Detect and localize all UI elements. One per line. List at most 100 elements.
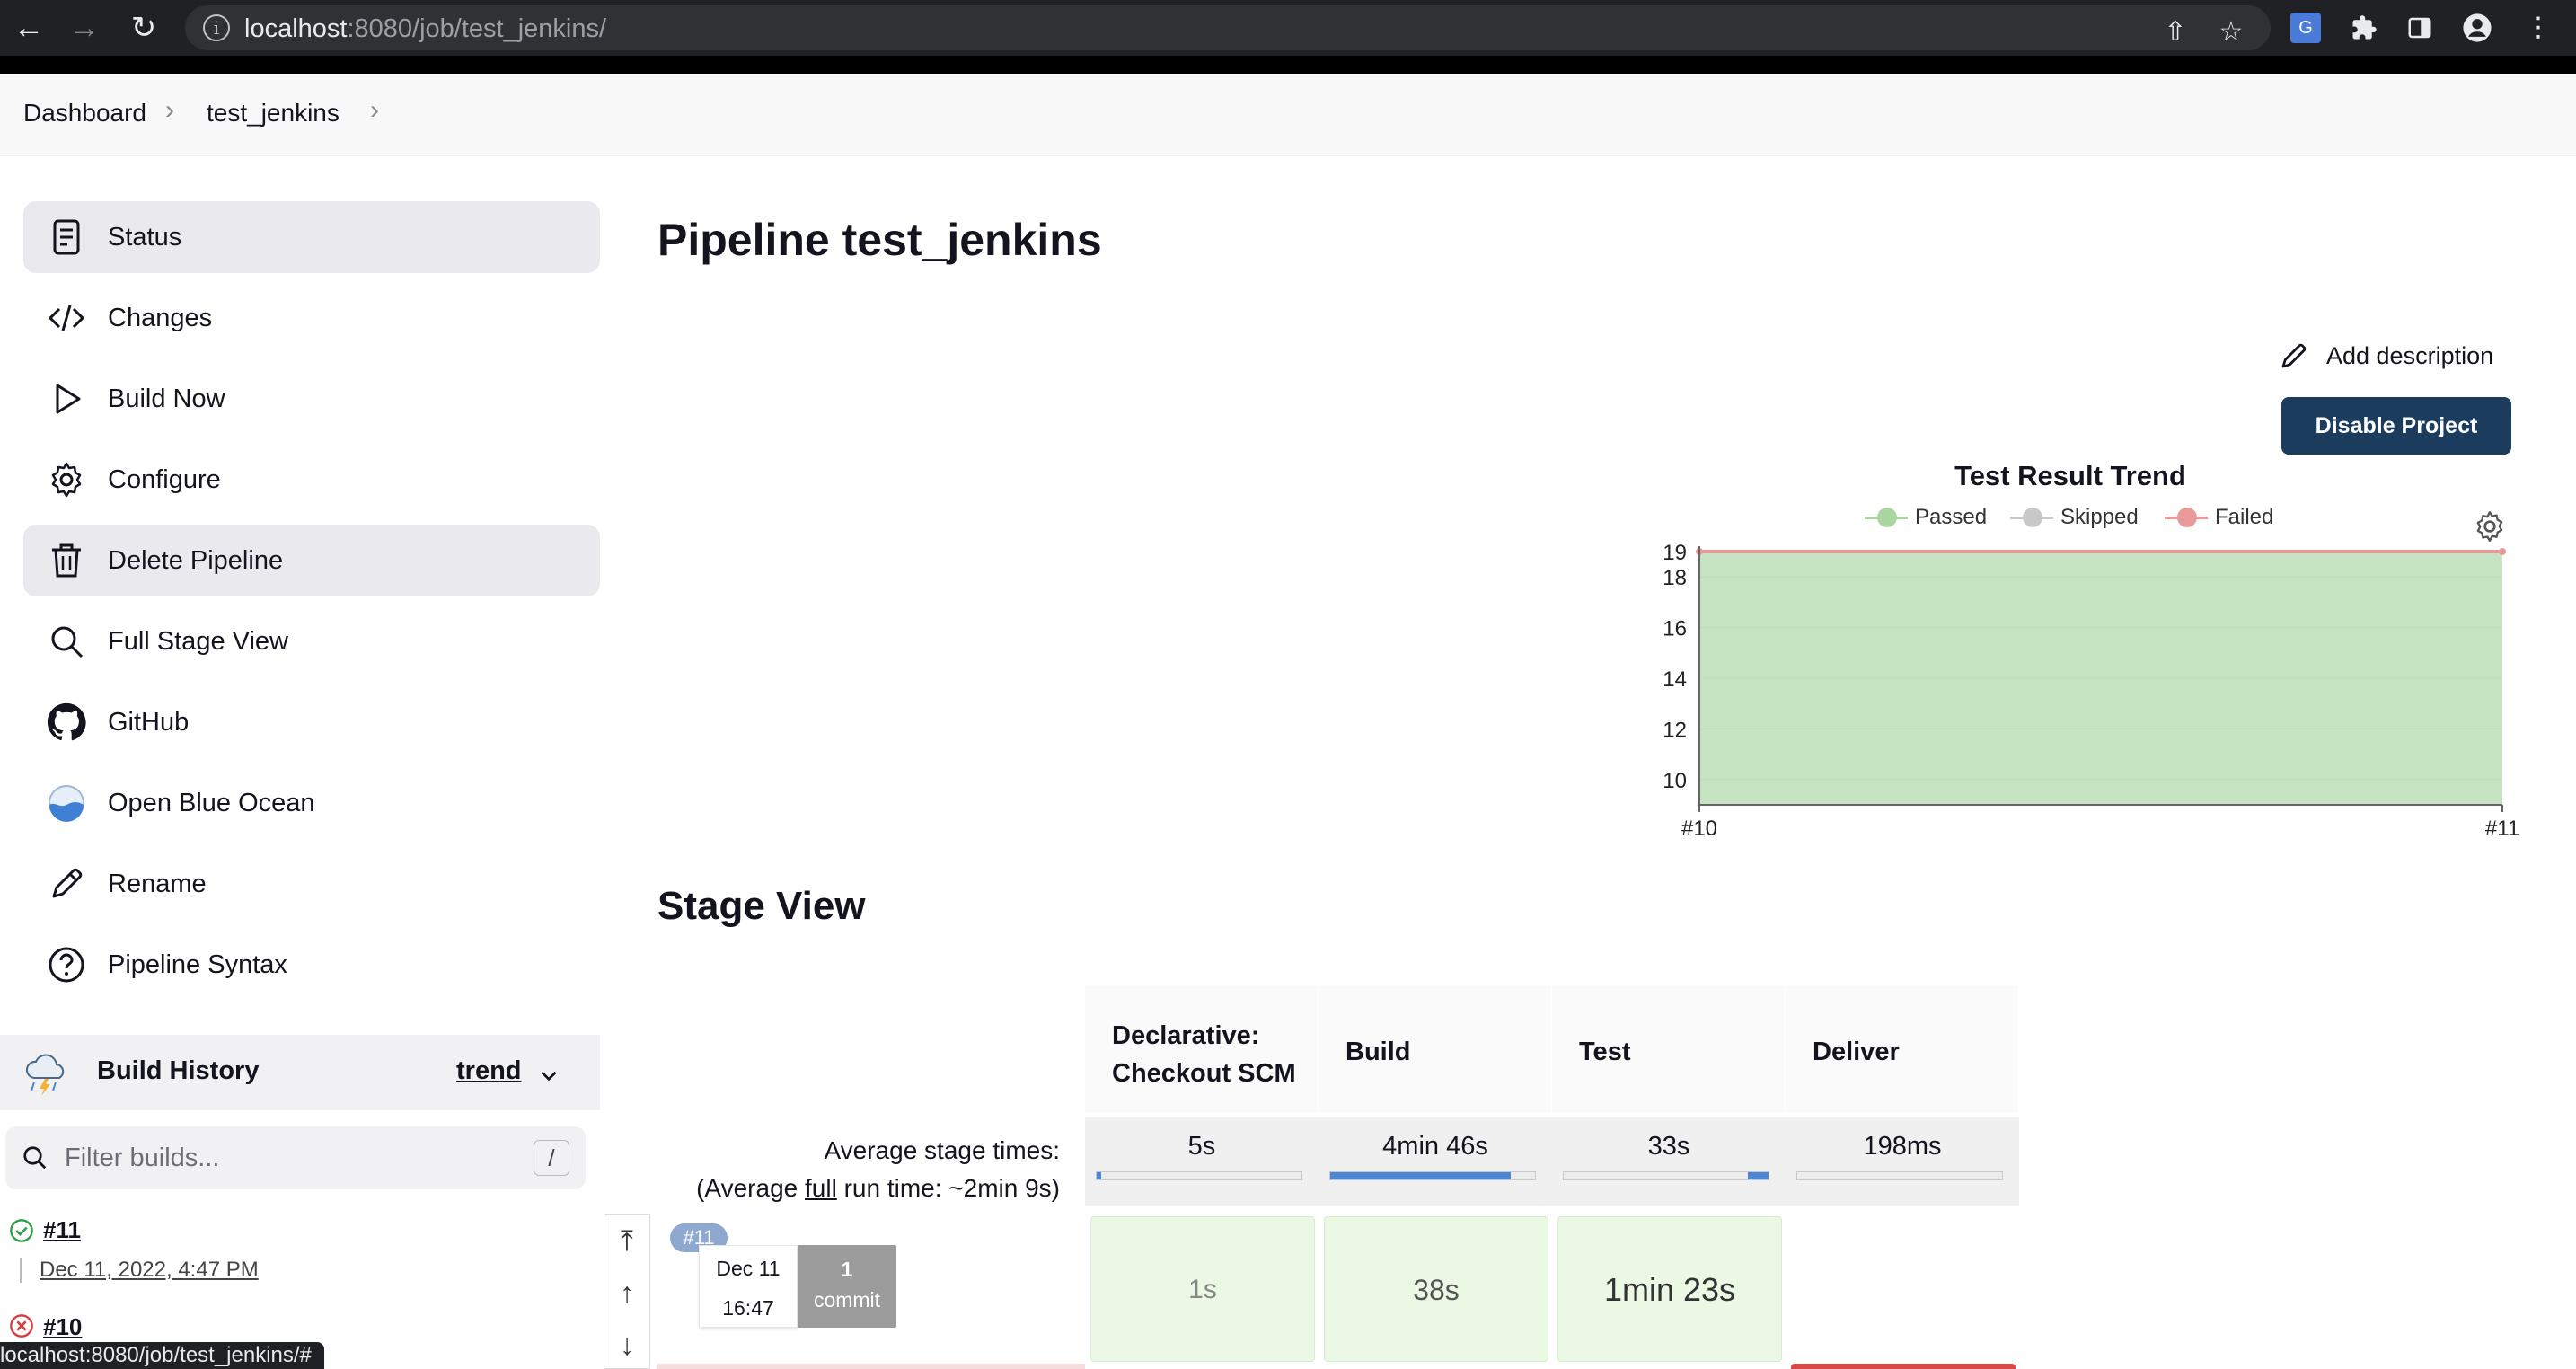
- search-icon: [51, 626, 84, 658]
- stage-header-deliver: Deliver: [1786, 986, 2019, 1112]
- link-status-bubble: localhost:8080/job/test_jenkins/#: [0, 1342, 324, 1369]
- failed-point: [2499, 548, 2506, 555]
- pencil-icon: [52, 868, 83, 898]
- failed-x-icon: [10, 1314, 33, 1338]
- build-history-title: Build History: [97, 1056, 260, 1085]
- build-history-header: Build History trend: [0, 1035, 600, 1110]
- divider: [20, 1258, 22, 1283]
- stage-average-build: 4min 46s: [1319, 1117, 1552, 1206]
- build-date-link[interactable]: Dec 11, 2022, 4:47 PM: [40, 1258, 259, 1283]
- breadcrumb: Dashboard › test_jenkins ›: [0, 74, 2576, 156]
- y-tick-label: 14: [1663, 667, 1687, 692]
- document-icon: [53, 219, 80, 255]
- chevron-right-icon: ›: [165, 95, 174, 125]
- next-run-row: [657, 1364, 1085, 1369]
- chevron-down-icon[interactable]: [537, 1064, 560, 1087]
- stage-average-deliver: 198ms: [1786, 1117, 2019, 1206]
- passed-area: [1699, 552, 2502, 805]
- x-tick-label: #11: [2485, 817, 2519, 841]
- chart-title: Test Result Trend: [1954, 460, 2186, 491]
- stage-header-test: Test: [1552, 986, 1786, 1112]
- y-tick-label: 16: [1663, 617, 1687, 641]
- search-icon: [23, 1146, 47, 1170]
- reload-icon[interactable]: ↻: [124, 9, 163, 47]
- sidebar-item-label: GitHub: [108, 708, 190, 737]
- stage-cell-checkout-scm[interactable]: 1s: [1090, 1216, 1315, 1362]
- sidebar-item-label: Changes: [108, 304, 213, 332]
- stage-cell-test[interactable]: 1min 23s: [1557, 1216, 1782, 1362]
- stage-header-checkout-scm: Declarative: Checkout SCM: [1085, 986, 1319, 1112]
- blue-ocean-icon: [49, 785, 84, 822]
- sidebar-item-label: Delete Pipeline: [108, 546, 284, 575]
- page-title: Pipeline test_jenkins: [657, 215, 1102, 265]
- sidebar-item-label: Pipeline Syntax: [108, 950, 287, 979]
- y-tick-label: 18: [1663, 566, 1687, 590]
- stage-average-test: 33s: [1552, 1117, 1786, 1206]
- browser-toolbar: ← → ↻ i localhost:8080/job/test_jenkins/…: [0, 0, 2576, 56]
- github-icon: [47, 702, 86, 741]
- stage-view-title: Stage View: [657, 884, 866, 928]
- page-top-bar: [0, 56, 2576, 74]
- average-time-bar: [1096, 1171, 1302, 1180]
- y-tick-label: 12: [1663, 718, 1687, 742]
- stage-header-build: Build: [1319, 986, 1552, 1112]
- stage-cell-deliver[interactable]: [1791, 1216, 2016, 1362]
- build-number-link[interactable]: #11: [43, 1216, 81, 1244]
- filter-builds-input[interactable]: [65, 1139, 514, 1177]
- translate-icon[interactable]: G: [2290, 13, 2321, 43]
- success-check-icon: [10, 1219, 33, 1242]
- sidebar-item-open-blue-ocean[interactable]: Open Blue Ocean: [23, 767, 600, 839]
- stage-cell-build[interactable]: 38s: [1324, 1216, 1548, 1362]
- trend-link[interactable]: trend: [456, 1056, 522, 1086]
- scroll-up-icon[interactable]: ↑: [604, 1267, 649, 1318]
- scroll-down-icon[interactable]: ↓: [604, 1320, 649, 1369]
- test-result-trend-chart: 10 12 14 16 1819 #10 #11: [1663, 541, 2519, 841]
- sidebar-item-build-now[interactable]: Build Now: [23, 363, 600, 435]
- profile-icon[interactable]: [2457, 9, 2497, 47]
- site-info-icon[interactable]: i: [203, 14, 230, 41]
- sidebar-item-full-stage-view[interactable]: Full Stage View: [23, 605, 600, 677]
- sidebar-item-rename[interactable]: Rename: [23, 848, 600, 920]
- browser-menu-icon[interactable]: ⋮: [2519, 9, 2558, 47]
- y-tick-label: 19: [1663, 541, 1687, 565]
- y-tick-label: 10: [1663, 769, 1687, 793]
- side-panel-icon[interactable]: [2400, 9, 2439, 47]
- full-run-time-link[interactable]: full: [805, 1174, 837, 1202]
- weather-storm-icon: [26, 1054, 65, 1096]
- sidebar-item-label: Rename: [108, 870, 207, 898]
- sidebar-item-configure[interactable]: Configure: [23, 444, 600, 516]
- next-run-failed-cell[interactable]: [1791, 1364, 2016, 1369]
- stage-average-checkout-scm: 5s: [1085, 1117, 1319, 1206]
- average-stage-times-label: Average stage times: (Average full run t…: [696, 1136, 1060, 1202]
- address-bar[interactable]: i localhost:8080/job/test_jenkins/ ⇧ ☆: [185, 5, 2271, 50]
- add-description-label: Add description: [2326, 342, 2494, 369]
- sidebar-item-pipeline-syntax[interactable]: Pipeline Syntax: [23, 929, 600, 1001]
- keyboard-shortcut-hint: /: [534, 1140, 569, 1176]
- chevron-right-icon[interactable]: ›: [370, 95, 379, 126]
- sidebar-item-status[interactable]: Status: [23, 201, 600, 273]
- code-icon: [48, 305, 85, 331]
- breadcrumb-dashboard[interactable]: Dashboard: [23, 99, 146, 128]
- sidebar-item-delete-pipeline[interactable]: Delete Pipeline: [23, 525, 600, 596]
- address-url[interactable]: localhost:8080/job/test_jenkins/: [244, 14, 606, 44]
- extensions-icon[interactable]: [2344, 9, 2384, 47]
- pencil-icon: [2281, 343, 2307, 368]
- filter-builds-field[interactable]: /: [5, 1126, 586, 1189]
- sidebar-item-changes[interactable]: Changes: [23, 282, 600, 354]
- scroll-to-top-icon[interactable]: ⤒: [604, 1215, 649, 1266]
- sidebar-item-label: Status: [108, 223, 182, 252]
- sidebar-item-label: Configure: [108, 465, 221, 494]
- back-icon[interactable]: ←: [9, 9, 49, 47]
- play-icon: [56, 384, 81, 414]
- run-commits-badge[interactable]: 1 commit: [798, 1245, 896, 1328]
- disable-project-button[interactable]: Disable Project: [2281, 397, 2511, 455]
- gear-icon: [51, 462, 82, 498]
- bookmark-star-icon[interactable]: ☆: [2213, 14, 2249, 50]
- sidebar-item-label: Open Blue Ocean: [108, 789, 315, 817]
- average-time-bar: [1329, 1171, 1536, 1180]
- share-icon[interactable]: ⇧: [2157, 14, 2193, 50]
- sidebar-item-github[interactable]: GitHub: [23, 686, 600, 758]
- breadcrumb-job[interactable]: test_jenkins: [207, 99, 340, 128]
- build-number-link[interactable]: #10: [43, 1313, 82, 1341]
- forward-icon[interactable]: →: [65, 9, 104, 47]
